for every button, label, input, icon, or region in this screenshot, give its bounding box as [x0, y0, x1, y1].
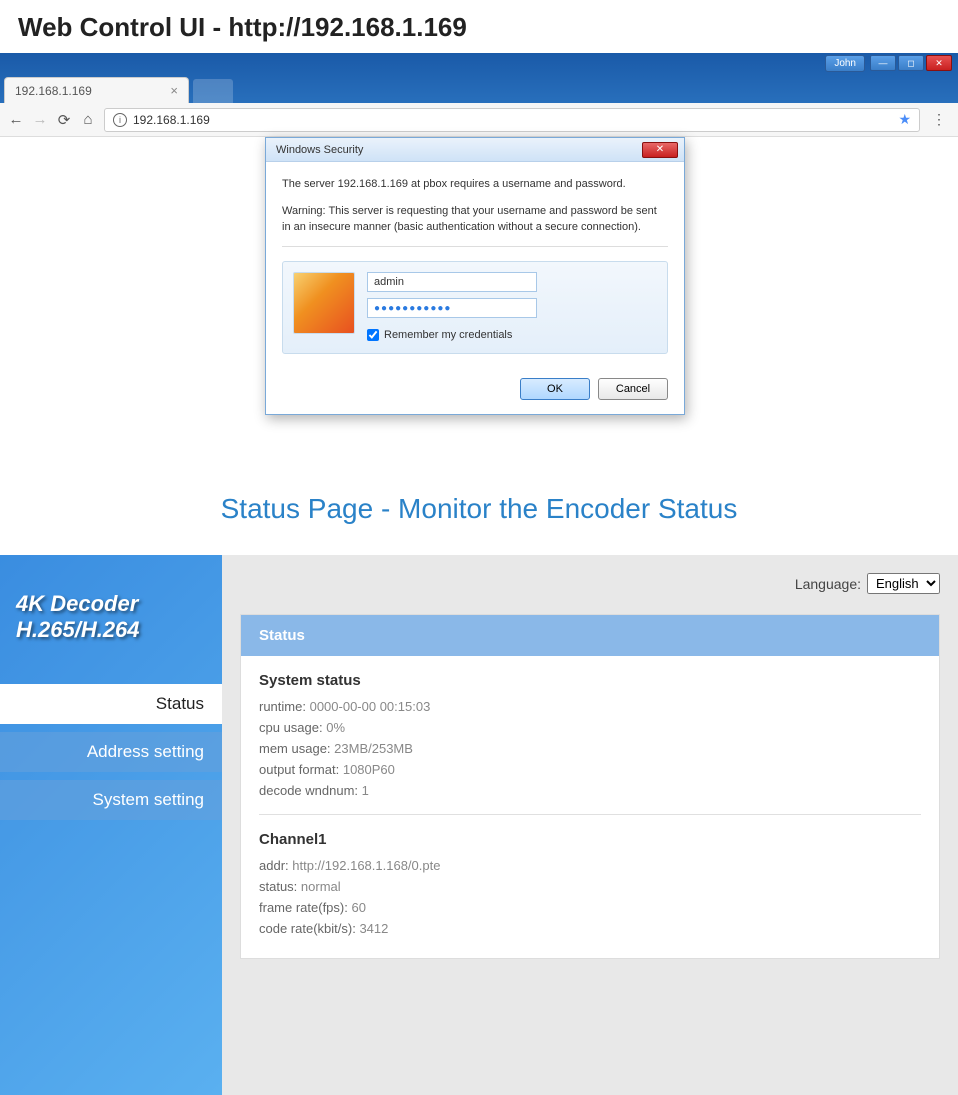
tab-label: 192.168.1.169: [15, 84, 92, 98]
browser-window: John — ◻ ✕ 192.168.1.169 × ← → ⟳ ⌂ i 192…: [0, 53, 958, 443]
language-select[interactable]: English: [867, 573, 940, 594]
forward-icon[interactable]: →: [32, 111, 48, 128]
close-button[interactable]: ✕: [926, 55, 952, 71]
status-row: status: normal: [259, 879, 921, 894]
dialog-body: The server 192.168.1.169 at pbox require…: [266, 162, 684, 368]
home-icon[interactable]: ⌂: [80, 111, 96, 128]
bookmark-star-icon[interactable]: ★: [898, 111, 911, 128]
fps-row: frame rate(fps): 60: [259, 900, 921, 915]
browser-tab[interactable]: 192.168.1.169 ×: [4, 77, 189, 103]
panel-heading: Status: [241, 615, 939, 656]
dialog-titlebar: Windows Security ✕: [266, 138, 684, 162]
runtime-row: runtime: 0000-00-00 00:15:03: [259, 699, 921, 714]
logo-line2: H.265/H.264: [16, 617, 222, 643]
mem-row: mem usage: 23MB/253MB: [259, 741, 921, 756]
reload-icon[interactable]: ⟳: [56, 111, 72, 129]
minimize-button[interactable]: —: [870, 55, 896, 71]
output-row: output format: 1080P60: [259, 762, 921, 777]
content-area: Language: English Status System status r…: [222, 555, 958, 1095]
decoder-app: 4K Decoder H.265/H.264 Status Address se…: [0, 555, 958, 1095]
sidebar-item-address-setting[interactable]: Address setting: [0, 732, 222, 772]
remember-checkbox-input[interactable]: [367, 329, 379, 341]
channel-heading: Channel1: [259, 831, 921, 848]
window-titlebar: John — ◻ ✕: [0, 53, 958, 73]
wndnum-row: decode wndnum: 1: [259, 783, 921, 798]
addr-row: addr: http://192.168.1.168/0.pte: [259, 858, 921, 873]
cpu-row: cpu usage: 0%: [259, 720, 921, 735]
sidebar-item-system-setting[interactable]: System setting: [0, 780, 222, 820]
browser-menu-icon[interactable]: ⋮: [928, 111, 950, 128]
dialog-warning: Warning: This server is requesting that …: [282, 203, 668, 236]
section-heading: Status Page - Monitor the Encoder Status: [0, 443, 958, 555]
address-bar: ← → ⟳ ⌂ i 192.168.1.169 ★ ⋮: [0, 103, 958, 137]
status-panel: Status System status runtime: 0000-00-00…: [240, 614, 940, 959]
tab-strip: 192.168.1.169 ×: [0, 73, 958, 103]
credentials-box: ●●●●●●●●●●● Remember my credentials: [282, 261, 668, 355]
dialog-message: The server 192.168.1.169 at pbox require…: [282, 176, 668, 193]
user-badge[interactable]: John: [825, 55, 865, 72]
avatar-icon: [293, 272, 355, 334]
back-icon[interactable]: ←: [8, 111, 24, 128]
remember-label: Remember my credentials: [384, 327, 512, 344]
url-input[interactable]: i 192.168.1.169 ★: [104, 108, 920, 132]
dialog-title: Windows Security: [276, 144, 363, 156]
dialog-close-icon[interactable]: ✕: [642, 142, 678, 158]
site-info-icon[interactable]: i: [113, 113, 127, 127]
remember-checkbox[interactable]: Remember my credentials: [367, 327, 657, 344]
maximize-button[interactable]: ◻: [898, 55, 924, 71]
new-tab-button[interactable]: [193, 79, 233, 103]
logo: 4K Decoder H.265/H.264: [0, 591, 222, 644]
sidebar: 4K Decoder H.265/H.264 Status Address se…: [0, 555, 222, 1095]
auth-dialog: Windows Security ✕ The server 192.168.1.…: [265, 137, 685, 415]
password-field[interactable]: ●●●●●●●●●●●: [367, 298, 537, 318]
ok-button[interactable]: OK: [520, 378, 590, 400]
system-status-heading: System status: [259, 672, 921, 689]
coderate-row: code rate(kbit/s): 3412: [259, 921, 921, 936]
sidebar-item-status[interactable]: Status: [0, 684, 222, 724]
logo-line1: 4K Decoder: [16, 591, 222, 617]
cancel-button[interactable]: Cancel: [598, 378, 668, 400]
username-field[interactable]: [367, 272, 537, 292]
language-label: Language:: [795, 576, 861, 592]
language-row: Language: English: [240, 573, 940, 594]
url-text: 192.168.1.169: [133, 113, 210, 127]
tab-close-icon[interactable]: ×: [170, 83, 178, 98]
page-title: Web Control UI - http://192.168.1.169: [0, 0, 958, 53]
viewport: Windows Security ✕ The server 192.168.1.…: [0, 137, 958, 443]
